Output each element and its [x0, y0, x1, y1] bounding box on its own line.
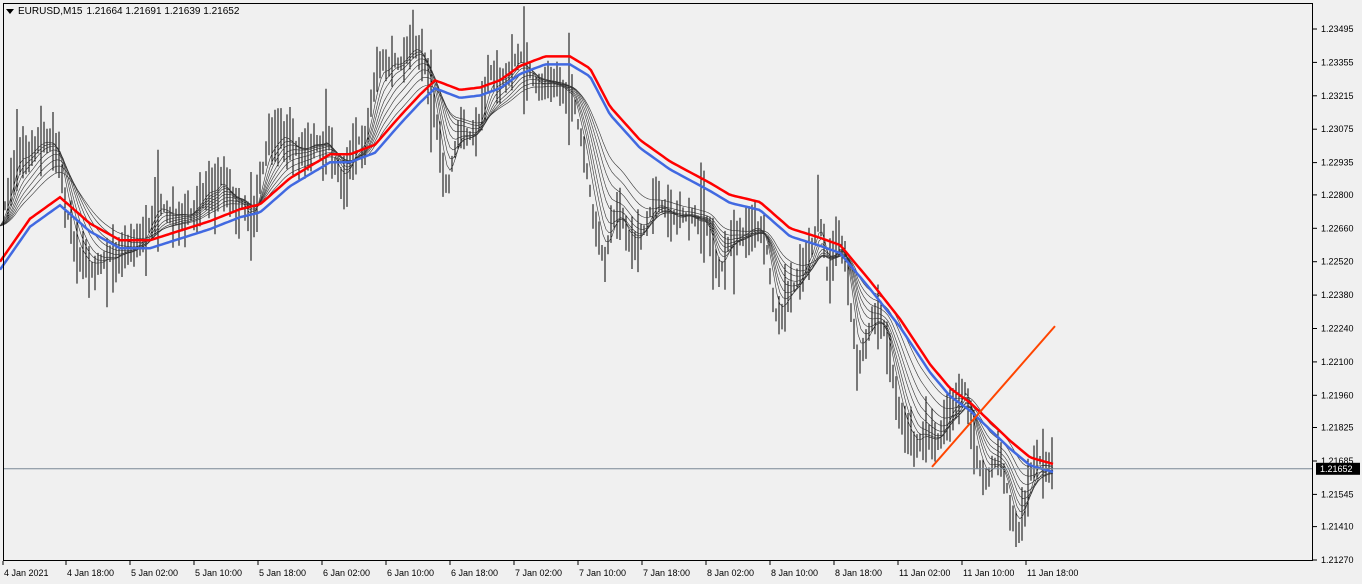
ema-red-line	[0, 55, 1054, 466]
symbol-name: EURUSD,M15	[18, 5, 83, 17]
price-tick-label: 1.23215	[1321, 91, 1354, 101]
time-tick-label: 5 Jan 10:00	[195, 568, 242, 578]
time-tick-label: 11 Jan 02:00	[899, 568, 950, 578]
price-tick-label: 1.21545	[1321, 489, 1354, 499]
time-tick-label: 11 Jan 10:00	[963, 568, 1014, 578]
time-tick-label: 5 Jan 18:00	[259, 568, 306, 578]
time-tick-label: 6 Jan 18:00	[451, 568, 498, 578]
ema-thin-line	[0, 69, 1054, 485]
price-tick-label: 1.21270	[1321, 555, 1354, 565]
ema-thin-line	[0, 63, 1054, 493]
price-tick-label: 1.22660	[1321, 223, 1354, 233]
ema-ribbon	[0, 49, 1054, 520]
ohlc-bars	[4, 6, 1053, 547]
price-tick-label: 1.23075	[1321, 124, 1354, 134]
current-price-tag: 1.21652	[1316, 462, 1360, 475]
time-tick-label: 7 Jan 18:00	[643, 568, 690, 578]
ema-thin-line	[0, 76, 1054, 477]
time-axis[interactable]: 4 Jan 2021 4 Jan 18:00 5 Jan 02:00 5 Jan 10…	[2, 561, 1078, 578]
price-tick-label: 1.21825	[1321, 423, 1354, 433]
current-price-label: 1.21652	[1320, 464, 1353, 474]
time-tick-label: 6 Jan 10:00	[387, 568, 434, 578]
time-tick-label: 8 Jan 02:00	[707, 568, 754, 578]
price-tick-label: 1.22240	[1321, 324, 1354, 334]
ema-thin-line	[0, 49, 1054, 520]
ema-thin-line	[0, 85, 1054, 468]
price-tick-label: 1.21410	[1321, 522, 1354, 532]
ema-blue-line	[0, 63, 1054, 474]
time-tick-label: 8 Jan 10:00	[771, 568, 818, 578]
ema-thin-line	[0, 58, 1054, 499]
price-tick-label: 1.21960	[1321, 390, 1354, 400]
time-tick-label: 11 Jan 18:00	[1027, 568, 1078, 578]
price-tick-label: 1.22100	[1321, 357, 1354, 367]
price-tick-label: 1.23355	[1321, 57, 1354, 67]
time-tick-label: 8 Jan 18:00	[835, 568, 882, 578]
ohlc-values: 1.21664 1.21691 1.21639 1.21652	[86, 5, 240, 17]
dropdown-triangle-icon[interactable]	[6, 8, 14, 14]
time-tick-label: 7 Jan 02:00	[515, 568, 562, 578]
price-tick-label: 1.22935	[1321, 158, 1354, 168]
price-axis[interactable]: 1.23495 1.23355 1.23215 1.23075 1.22935 1.228…	[1313, 24, 1354, 565]
price-tick-label: 1.22520	[1321, 257, 1354, 267]
ema-thin-line	[0, 51, 1054, 512]
price-tick-label: 1.23495	[1321, 24, 1354, 34]
time-tick-label: 5 Jan 02:00	[131, 568, 178, 578]
ema-thin-line	[0, 54, 1054, 507]
time-tick-label: 6 Jan 02:00	[323, 568, 370, 578]
chart-window[interactable]: 1.23495 1.23355 1.23215 1.23075 1.22935 1.228…	[0, 0, 1362, 584]
time-tick-label: 4 Jan 2021	[4, 568, 49, 578]
price-tick-label: 1.22800	[1321, 190, 1354, 200]
price-tick-label: 1.22380	[1321, 290, 1354, 300]
time-tick-label: 7 Jan 10:00	[579, 568, 626, 578]
symbol-header[interactable]: EURUSD,M15 1.21664 1.21691 1.21639 1.216…	[6, 5, 240, 17]
chart-svg[interactable]: 1.23495 1.23355 1.23215 1.23075 1.22935 1.228…	[0, 0, 1362, 584]
time-tick-label: 4 Jan 18:00	[67, 568, 114, 578]
